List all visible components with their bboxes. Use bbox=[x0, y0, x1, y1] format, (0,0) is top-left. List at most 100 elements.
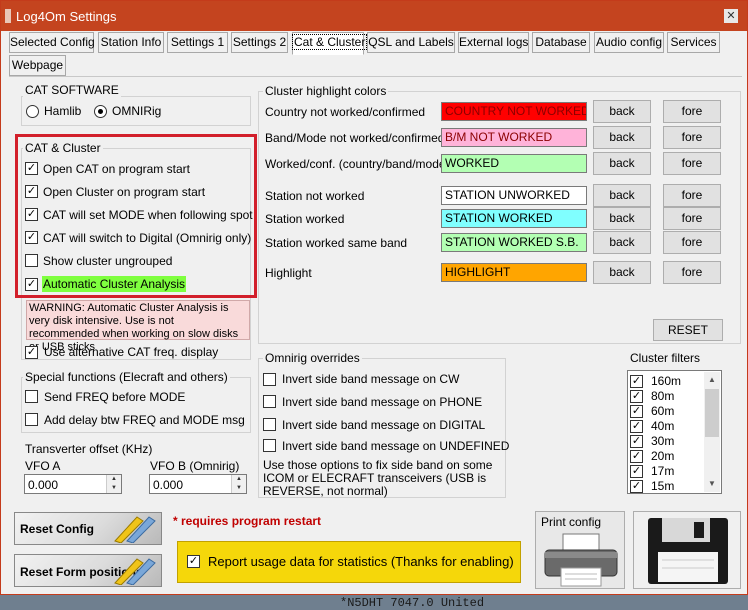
station-unworked-fore-button[interactable]: fore bbox=[663, 184, 721, 207]
country-not-worked-sample: COUNTRY NOT WORKED bbox=[441, 102, 587, 121]
radio-omnirig[interactable] bbox=[94, 105, 107, 118]
cat-switch-digital-checkbox[interactable]: ✓ bbox=[25, 231, 38, 244]
filter-label: 80m bbox=[651, 389, 675, 403]
tab-settings-2[interactable]: Settings 2 bbox=[231, 32, 288, 53]
invert-undefined-checkbox[interactable] bbox=[263, 439, 276, 452]
tab-qsl-labels[interactable]: QSL and Labels bbox=[367, 32, 455, 53]
station-worked-fore-button[interactable]: fore bbox=[663, 207, 721, 230]
station-worked-back-button[interactable]: back bbox=[593, 207, 651, 230]
station-worked-sb-fore-button[interactable]: fore bbox=[663, 231, 721, 254]
send-freq-before-mode-label: Send FREQ before MODE bbox=[44, 390, 186, 404]
tab-label: Station Info bbox=[100, 35, 162, 49]
invert-undefined-label: Invert side band message on UNDEFINED bbox=[282, 439, 510, 453]
tab-station-info[interactable]: Station Info bbox=[98, 32, 164, 53]
usage-stats-checkbox[interactable]: ✓ bbox=[187, 555, 200, 568]
filter-40m-checkbox[interactable]: ✓ bbox=[630, 420, 643, 433]
filter-label: 160m bbox=[651, 374, 682, 388]
highlight-back-button[interactable]: back bbox=[593, 261, 651, 284]
filter-label: 30m bbox=[651, 434, 675, 448]
reset-form-positions-button[interactable]: Reset Form positions bbox=[14, 554, 162, 587]
country-not-worked-fore-button[interactable]: fore bbox=[663, 100, 721, 123]
scroll-down-icon[interactable]: ▼ bbox=[704, 476, 720, 492]
title-bar[interactable]: Log4Om Settings ✕ bbox=[1, 1, 747, 31]
worked-fore-button[interactable]: fore bbox=[663, 152, 721, 175]
filter-15m-checkbox[interactable]: ✓ bbox=[630, 480, 643, 493]
filter-60m-checkbox[interactable]: ✓ bbox=[630, 405, 643, 418]
reset-config-button[interactable]: Reset Config bbox=[14, 512, 162, 545]
band-mode-back-button[interactable]: back bbox=[593, 126, 651, 149]
tab-settings-1[interactable]: Settings 1 bbox=[167, 32, 228, 53]
save-config-button[interactable] bbox=[633, 511, 741, 589]
filter-17m-checkbox[interactable]: ✓ bbox=[630, 465, 643, 478]
printer-icon bbox=[544, 533, 618, 587]
background-window-text: *N5DHT 7047.0 United bbox=[340, 596, 485, 610]
send-freq-before-mode-checkbox[interactable] bbox=[25, 390, 38, 403]
cat-set-mode-checkbox[interactable]: ✓ bbox=[25, 208, 38, 221]
worked-confirmed-label: Worked/conf. (country/band/mode) bbox=[265, 157, 450, 171]
scroll-thumb[interactable] bbox=[705, 389, 719, 437]
vfo-b-spin-arrows[interactable]: ▲ ▼ bbox=[231, 475, 246, 493]
print-config-button[interactable]: Print config bbox=[535, 511, 625, 589]
open-cluster-checkbox[interactable]: ✓ bbox=[25, 185, 38, 198]
tab-external-logs[interactable]: External logs bbox=[458, 32, 529, 53]
filters-scrollbar[interactable]: ▲ ▼ bbox=[704, 372, 720, 492]
station-worked-same-band-label: Station worked same band bbox=[265, 236, 408, 250]
tab-label: QSL and Labels bbox=[368, 35, 454, 49]
country-not-worked-label: Country not worked/confirmed bbox=[265, 105, 426, 119]
cluster-ungrouped-checkbox[interactable] bbox=[25, 254, 38, 267]
cluster-filters-title: Cluster filters bbox=[628, 351, 703, 365]
vfo-a-input[interactable]: 0.000 ▲ ▼ bbox=[24, 474, 122, 494]
cluster-ungrouped-label: Show cluster ungrouped bbox=[43, 254, 173, 268]
tab-services[interactable]: Services bbox=[667, 32, 720, 53]
invert-digital-checkbox[interactable] bbox=[263, 418, 276, 431]
country-not-worked-back-button[interactable]: back bbox=[593, 100, 651, 123]
scroll-up-icon[interactable]: ▲ bbox=[704, 372, 720, 388]
usage-stats-box: ✓ Report usage data for statistics (Than… bbox=[177, 541, 521, 583]
vfo-a-value: 0.000 bbox=[28, 478, 59, 492]
band-mode-not-worked-sample: B/M NOT WORKED bbox=[441, 128, 587, 147]
reset-colors-button[interactable]: RESET bbox=[653, 319, 723, 341]
radio-hamlib[interactable] bbox=[26, 105, 39, 118]
tab-label: Services bbox=[670, 35, 717, 49]
filter-30m-checkbox[interactable]: ✓ bbox=[630, 435, 643, 448]
tab-cat-cluster[interactable]: Cat & Cluster bbox=[291, 32, 368, 55]
vfo-a-spin-arrows[interactable]: ▲ ▼ bbox=[106, 475, 121, 493]
restart-note: * requires program restart bbox=[173, 514, 322, 528]
add-delay-label: Add delay btw FREQ and MODE msg bbox=[44, 413, 245, 427]
worked-back-button[interactable]: back bbox=[593, 152, 651, 175]
filter-160m-checkbox[interactable]: ✓ bbox=[630, 375, 643, 388]
station-not-worked-label: Station not worked bbox=[265, 189, 365, 203]
filter-label: 15m bbox=[651, 479, 675, 493]
band-mode-fore-button[interactable]: fore bbox=[663, 126, 721, 149]
special-functions-title: Special functions (Elecraft and others) bbox=[23, 370, 230, 384]
open-cluster-label: Open Cluster on program start bbox=[43, 185, 206, 199]
filter-20m-checkbox[interactable]: ✓ bbox=[630, 450, 643, 463]
add-delay-checkbox[interactable] bbox=[25, 413, 38, 426]
tab-database[interactable]: Database bbox=[532, 32, 590, 53]
tab-selected-config[interactable]: Selected Config bbox=[9, 32, 95, 53]
auto-cluster-analysis-label: Automatic Cluster Analysis bbox=[42, 276, 187, 292]
cat-software-title: CAT SOFTWARE bbox=[23, 83, 121, 97]
vfo-b-input[interactable]: 0.000 ▲ ▼ bbox=[149, 474, 247, 494]
station-worked-sb-back-button[interactable]: back bbox=[593, 231, 651, 254]
vfo-b-label: VFO B (Omnirig) bbox=[150, 459, 240, 473]
highlight-label: Highlight bbox=[265, 266, 312, 280]
tab-webpage[interactable]: Webpage bbox=[9, 55, 66, 76]
reset-config-label: Reset Config bbox=[20, 522, 95, 536]
filter-80m-checkbox[interactable]: ✓ bbox=[630, 390, 643, 403]
station-unworked-sample: STATION UNWORKED bbox=[441, 186, 587, 205]
station-unworked-back-button[interactable]: back bbox=[593, 184, 651, 207]
auto-cluster-analysis-checkbox[interactable]: ✓ bbox=[25, 278, 38, 291]
station-worked-sb-sample: STATION WORKED S.B. bbox=[441, 233, 587, 252]
tab-label: Settings 2 bbox=[232, 35, 287, 49]
close-button[interactable]: ✕ bbox=[724, 9, 738, 23]
alt-cat-freq-checkbox[interactable]: ✓ bbox=[25, 346, 38, 359]
tab-audio-config[interactable]: Audio config bbox=[594, 32, 664, 53]
highlight-fore-button[interactable]: fore bbox=[663, 261, 721, 284]
invert-cw-checkbox[interactable] bbox=[263, 373, 276, 386]
invert-phone-checkbox[interactable] bbox=[263, 395, 276, 408]
vfo-b-value: 0.000 bbox=[153, 478, 184, 492]
open-cat-checkbox[interactable]: ✓ bbox=[25, 162, 38, 175]
vfo-a-label: VFO A bbox=[25, 459, 61, 473]
tab-label: Cat & Cluster bbox=[291, 34, 368, 50]
